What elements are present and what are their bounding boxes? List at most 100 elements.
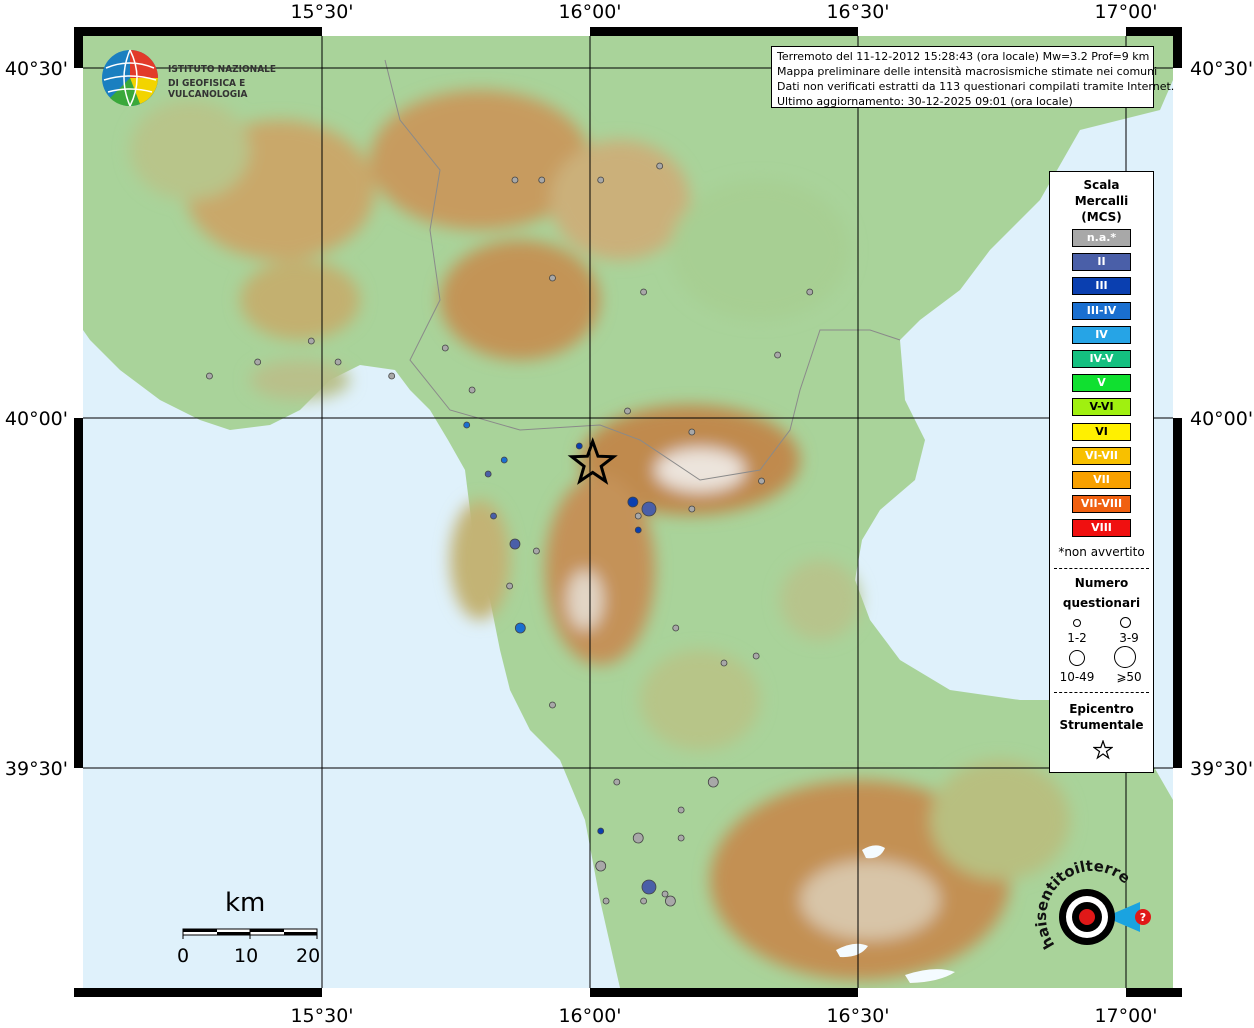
- intensity-point: [254, 358, 262, 366]
- intensity-point: [575, 442, 583, 450]
- intensity-point: [634, 526, 642, 534]
- intensity-point: [806, 288, 814, 296]
- intensity-point: [774, 351, 781, 359]
- intensity-swatch: n.a.*: [1072, 229, 1131, 247]
- intensity-point: [549, 274, 556, 282]
- intensity-point: [640, 897, 647, 905]
- intensity-point: [632, 832, 644, 844]
- frame-segment: [74, 68, 83, 418]
- longitude-label: 16°30': [826, 1, 889, 23]
- intensity-point: [500, 456, 508, 464]
- logo-ring-text-path: haisentitoilterremoto.it: [1030, 860, 1134, 952]
- intensity-point: [334, 358, 342, 366]
- scale-bar: km 0 10 20: [175, 885, 335, 975]
- ingv-logo: ISTITUTO NAZIONALE DI GEOFISICA E VULCAN…: [100, 48, 320, 108]
- intensity-point: [509, 538, 521, 550]
- scale-bar-graphic: [182, 928, 318, 939]
- intensity-point: [595, 860, 607, 872]
- size-10-49-symbol: [1069, 650, 1085, 666]
- intensity-point: [624, 407, 631, 415]
- intensity-swatch: VI-VII: [1072, 446, 1131, 465]
- intensity-point: [514, 622, 526, 634]
- intensity-point: [549, 701, 556, 709]
- intensity-point: [688, 428, 696, 436]
- intensity-point: [441, 344, 449, 352]
- frame-segment: [858, 988, 1126, 997]
- intensity-point: [463, 421, 471, 429]
- intensity-point: [758, 477, 765, 485]
- count-title: Numero questionari: [1062, 576, 1141, 610]
- legend-note: *non avvertito: [1058, 545, 1145, 559]
- intensity-swatch: V: [1072, 374, 1131, 393]
- intensity-swatch: IV: [1072, 325, 1131, 344]
- longitude-label: 17°00': [1094, 1, 1157, 23]
- info-line-description: Mappa preliminare delle intensità macros…: [777, 65, 1158, 78]
- intensity-point: [661, 890, 669, 898]
- latitude-label: 40°00': [1190, 408, 1253, 430]
- latitude-label: 40°30': [5, 58, 68, 80]
- size-1-2-symbol: [1073, 619, 1081, 627]
- intensity-point: [665, 895, 676, 907]
- intensity-point: [672, 624, 680, 632]
- logo-ring-text: haisentitoilterremoto.it: [1030, 860, 1134, 952]
- intensity-point: [538, 176, 546, 184]
- ingv-name-line2: DI GEOFISICA E VULCANOLOGIA: [168, 78, 248, 100]
- legend-title: Scala Mercalli (MCS): [1074, 178, 1129, 224]
- frame-segment: [74, 768, 83, 988]
- intensity-point: [506, 582, 514, 590]
- intensity-point: [641, 879, 657, 895]
- size-3-9-symbol: [1120, 617, 1131, 628]
- intensity-swatch: V-VI: [1072, 398, 1131, 417]
- intensity-point: [388, 372, 396, 380]
- intensity-swatch: III: [1072, 277, 1131, 296]
- intensity-point: [634, 512, 642, 520]
- ingv-name-line1: ISTITUTO NAZIONALE: [168, 64, 277, 75]
- intensity-point: [602, 897, 610, 905]
- intensity-point: [613, 778, 621, 786]
- frame-segment: [1173, 68, 1182, 418]
- intensity-point: [511, 176, 519, 184]
- latitude-label: 39°30': [5, 758, 68, 780]
- legend-divider: [1054, 568, 1149, 569]
- info-line-event: Terremoto del 11-12-2012 15:28:43 (ora l…: [777, 50, 1150, 63]
- haisentito-logo: ? haisentitoilterremoto.it: [1030, 860, 1160, 975]
- scale-unit: km: [225, 888, 266, 918]
- star-icon: [1093, 740, 1113, 760]
- intensity-point: [641, 501, 657, 517]
- latitude-label: 40°30': [1190, 58, 1253, 80]
- intensity-swatch: VII-VIII: [1072, 495, 1131, 514]
- intensity-point: [597, 827, 605, 835]
- globe-icon: [102, 49, 158, 107]
- intensity-point: [677, 834, 685, 842]
- intensity-point: [640, 288, 647, 296]
- intensity-swatch: IV-V: [1072, 350, 1131, 368]
- longitude-label: 16°30': [826, 1005, 889, 1024]
- scale-label-20: 20: [296, 945, 321, 967]
- intensity-point: [206, 372, 213, 380]
- intensity-swatch: VII: [1072, 471, 1131, 489]
- info-line-updated: Ultimo aggiornamento: 30-12-2025 09:01 (…: [777, 95, 1073, 108]
- latitude-label: 40°00': [5, 408, 68, 430]
- intensity-point: [307, 337, 315, 345]
- longitude-label: 16°00': [558, 1, 621, 23]
- legend-divider: [1054, 692, 1149, 693]
- size-50-label: ⩾50: [1116, 670, 1142, 684]
- size-10-49-label: 10-49: [1059, 670, 1095, 684]
- longitude-label: 16°00': [558, 1005, 621, 1024]
- longitude-label: 15°30': [290, 1005, 353, 1024]
- intensity-point: [484, 470, 492, 478]
- intensity-swatch: VI: [1072, 422, 1131, 441]
- intensity-point: [688, 505, 696, 513]
- intensity-point: [597, 176, 605, 184]
- map-stage: 15°30' 15°30' 16°00' 16°00' 16°30' 16°30' 17°0…: [0, 0, 1254, 1027]
- size-3-9-label: 3-9: [1119, 631, 1139, 645]
- longitude-label: 15°30': [290, 1, 353, 23]
- intensity-point: [752, 652, 760, 660]
- intensity-point: [627, 496, 639, 508]
- intensity-point: [490, 512, 497, 520]
- event-info-box: Terremoto del 11-12-2012 15:28:43 (ora l…: [771, 46, 1174, 108]
- longitude-label: 17°00': [1094, 1005, 1157, 1024]
- intensity-swatch: VIII: [1072, 519, 1131, 538]
- frame-segment: [858, 27, 1126, 36]
- frame-segment: [322, 988, 590, 997]
